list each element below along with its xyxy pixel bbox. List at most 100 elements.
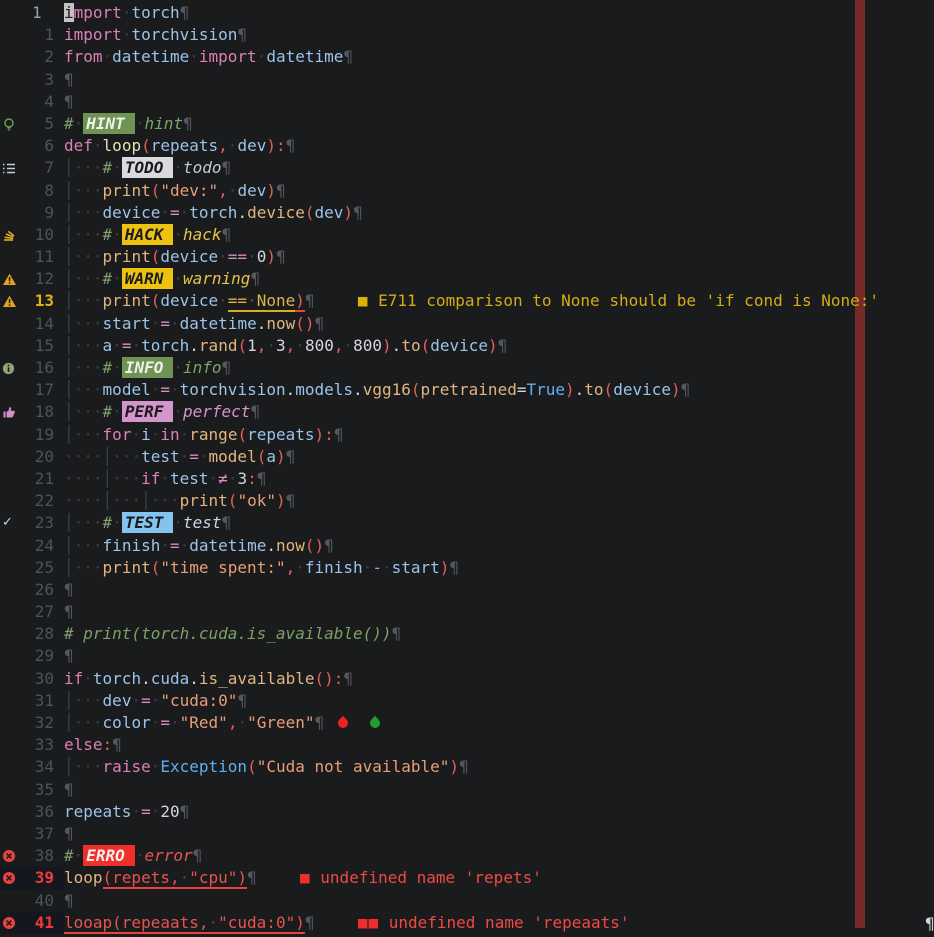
code-lines: 1import·torch¶1import·torchvision¶2from·… [0, 0, 934, 934]
gutter: 22 [0, 490, 64, 512]
code-token: Exception [160, 757, 247, 776]
code-line[interactable]: 30if·torch.cuda.is_available():¶ [0, 668, 934, 690]
code-line[interactable]: 5#·HINT·hint¶ [0, 113, 934, 135]
code-token: ( [257, 447, 267, 466]
error-icon [0, 916, 20, 930]
pilcrow-eol-marker: ¶ [286, 447, 296, 466]
code-line[interactable]: 37¶ [0, 823, 934, 845]
code-line[interactable]: 7│···#·TODO·todo¶ [0, 157, 934, 179]
code-line[interactable]: ✓23│···#·TEST·test¶ [0, 512, 934, 534]
code-line[interactable]: 3¶ [0, 69, 934, 91]
code-line[interactable]: 39loop(repets,·"cpu")¶■ undefined name '… [0, 867, 934, 889]
code-token: # [103, 225, 113, 244]
code-line[interactable]: 32│···color·=·"Red",·"Green"¶ [0, 712, 934, 734]
code-line[interactable]: 15│···a·=·torch.rand(1,·3,·800,·800).to(… [0, 335, 934, 357]
code-token: ( [151, 181, 161, 200]
code-line[interactable]: 40¶ [0, 890, 934, 912]
code-token: # [103, 402, 113, 421]
line-number: 7 [20, 157, 64, 179]
code-token: │ [64, 225, 74, 244]
code-text: #·HINT·hint¶ [64, 113, 193, 135]
code-token: · [180, 536, 190, 555]
code-token: ( [151, 247, 161, 266]
code-line[interactable]: 19│···for·i·in·range(repeats):¶ [0, 424, 934, 446]
code-token: , [228, 713, 238, 732]
line-number: 34 [20, 756, 64, 778]
code-line[interactable]: 41looap(repeaats,·"cuda:0")¶■■ undefined… [0, 912, 934, 934]
gutter: 38 [0, 845, 64, 867]
code-token: ≠ [218, 469, 228, 488]
code-token: · [93, 136, 103, 155]
code-line[interactable]: 34│···raise·Exception("Cuda not availabl… [0, 756, 934, 778]
code-line[interactable]: 20····│···test·=·model(a)¶ [0, 446, 934, 468]
code-line[interactable]: 35¶ [0, 779, 934, 801]
code-token: · [112, 269, 122, 288]
code-token: ··· [74, 513, 103, 532]
code-token: finish [103, 536, 161, 555]
pilcrow-eol-marker: ¶ [222, 358, 232, 377]
code-line[interactable]: 28# print(torch.cuda.is_available())¶ [0, 623, 934, 645]
code-line[interactable]: 4¶ [0, 91, 934, 113]
code-line[interactable]: 10│···#·HACK·hack¶ [0, 224, 934, 246]
code-token: ··· [74, 402, 103, 421]
code-line[interactable]: 26¶ [0, 579, 934, 601]
code-line[interactable]: 29¶ [0, 645, 934, 667]
code-token: │ [64, 558, 74, 577]
code-token: . [353, 380, 363, 399]
code-line[interactable]: 13│···print(device·==·None)¶■ E711 compa… [0, 290, 934, 312]
code-line[interactable]: 6def·loop(repeats,·dev):¶ [0, 135, 934, 157]
line-number: 5 [20, 113, 64, 135]
code-token: · [151, 802, 161, 821]
code-line[interactable]: 31│···dev·=·"cuda:0"¶ [0, 690, 934, 712]
code-line[interactable]: 22····│···│···print("ok")¶ [0, 490, 934, 512]
line-number: 2 [20, 46, 64, 68]
code-line[interactable]: 24│···finish·=·datetime.now()¶ [0, 535, 934, 557]
code-line[interactable]: 18│···#·PERF·perfect¶ [0, 401, 934, 423]
code-line[interactable]: 14│···start·=·datetime.now()¶ [0, 313, 934, 335]
code-token: device [247, 203, 305, 222]
code-token: ··· [74, 336, 103, 355]
code-line[interactable]: 1import·torch¶ [0, 2, 934, 24]
pilcrow-eol-marker: ¶ [681, 380, 691, 399]
code-line[interactable]: 17│···model·=·torchvision.models.vgg16(p… [0, 379, 934, 401]
code-token: · [173, 269, 183, 288]
pilcrow-eol-marker: ¶ [64, 824, 74, 843]
code-token: · [151, 380, 161, 399]
line-number: 26 [20, 579, 64, 601]
code-line[interactable]: 33else:¶ [0, 734, 934, 756]
code-token: i [141, 425, 151, 444]
code-line[interactable]: 21····│···if·test·≠·3:¶ [0, 468, 934, 490]
code-token: : [247, 469, 257, 488]
code-token: · [218, 291, 228, 310]
code-line[interactable]: 1import·torchvision¶ [0, 24, 934, 46]
pilcrow-eol-marker: ¶ [459, 757, 469, 776]
code-token: # print(torch.cuda.is_available()) [64, 624, 392, 643]
warning-icon [0, 295, 20, 308]
code-token: (repets, [103, 868, 180, 889]
code-line[interactable]: 2from·datetime·import·datetime¶ [0, 46, 934, 68]
code-line[interactable]: 38#·ERRO·error¶ [0, 845, 934, 867]
code-text: │···for·i·in·range(repeats):¶ [64, 424, 343, 446]
code-line[interactable]: 11│···print(device·==·0)¶ [0, 246, 934, 268]
gutter: ✓23 [0, 512, 64, 534]
code-token: · [173, 225, 183, 244]
code-token: · [74, 846, 84, 865]
gutter: 30 [0, 668, 64, 690]
code-line[interactable]: 27¶ [0, 601, 934, 623]
code-token: ··· [74, 536, 103, 555]
code-editor[interactable]: 1import·torch¶1import·torchvision¶2from·… [0, 0, 934, 937]
code-line[interactable]: 9│···device·=·torch.device(dev)¶ [0, 202, 934, 224]
pilcrow-eol-marker: ¶ [250, 269, 260, 288]
code-line[interactable]: 36repeats·=·20¶ [0, 801, 934, 823]
code-token: # [64, 846, 74, 865]
code-line[interactable]: 25│···print("time spent:",·finish·-·star… [0, 557, 934, 579]
code-token: else [64, 735, 103, 754]
code-token: device [103, 203, 161, 222]
code-text: from·datetime·import·datetime¶ [64, 46, 353, 68]
code-line[interactable]: 12│···#·WARN·warning¶ [0, 268, 934, 290]
code-text: ¶ [64, 779, 74, 801]
code-line[interactable]: 8│···print("dev:",·dev)¶ [0, 180, 934, 202]
line-number: 25 [20, 557, 64, 579]
code-line[interactable]: 16│···#·INFO·info¶ [0, 357, 934, 379]
code-token: · [131, 336, 141, 355]
